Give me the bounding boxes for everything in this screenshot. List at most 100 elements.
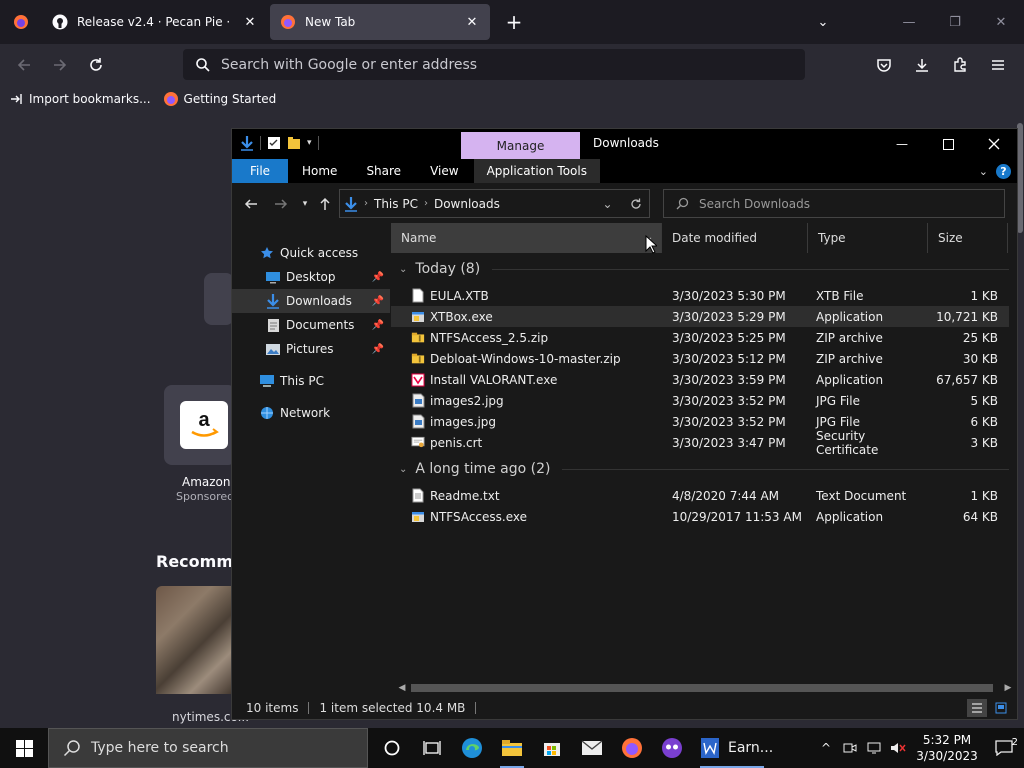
tab-manage[interactable]: Manage — [461, 132, 580, 160]
nav-quick-access[interactable]: Quick access — [232, 241, 390, 265]
file-explorer-icon[interactable] — [492, 728, 532, 768]
column-header-name[interactable]: Name ⌄ — [391, 223, 662, 253]
task-view-icon[interactable] — [412, 728, 452, 768]
nav-this-pc[interactable]: This PC — [232, 369, 390, 393]
customize-qat-icon[interactable]: ▾ — [307, 138, 312, 148]
back-icon[interactable] — [240, 193, 262, 215]
column-header-date[interactable]: Date modified — [662, 223, 808, 253]
file-type: JPG File — [816, 393, 860, 408]
list-tabs-icon[interactable]: ⌄ — [800, 0, 846, 44]
help-icon[interactable]: ? — [996, 163, 1011, 179]
tab-label: Release v2.4 · Pecan Pie · xemu — [77, 15, 233, 29]
file-row-debloat-windows-10-master-zip[interactable]: Debloat-Windows-10-master.zip 3/30/2023 5… — [391, 348, 1009, 369]
file-row-install-valorant-exe[interactable]: Install VALORANT.exe 3/30/2023 3:59 PM App… — [391, 369, 1009, 390]
edge-icon[interactable] — [452, 728, 492, 768]
show-hidden-icons-icon[interactable]: ^ — [814, 741, 838, 755]
close-tab-icon[interactable]: ✕ — [464, 15, 480, 30]
meet-now-icon[interactable] — [838, 742, 862, 754]
new-tab-button[interactable]: + — [492, 0, 536, 44]
breadcrumb[interactable]: › This PC › Downloads ⌄ — [339, 189, 650, 218]
taskbar-app-label: Earn... — [728, 740, 774, 756]
column-header-size[interactable]: Size — [928, 223, 1008, 253]
chevron-right-icon[interactable]: › — [364, 198, 368, 209]
file-row-images2-jpg[interactable]: images2.jpg 3/30/2023 3:52 PM JPG File 5 KB — [391, 390, 1009, 411]
extensions-icon[interactable] — [942, 49, 978, 80]
taskbar-clock[interactable]: 5:32 PM 3/30/2023 — [910, 732, 984, 764]
bookmark-getting-started[interactable]: Getting Started — [163, 91, 276, 107]
start-button[interactable] — [0, 728, 48, 768]
maximize-icon[interactable] — [925, 129, 971, 159]
network-tray-icon[interactable] — [862, 742, 886, 754]
pocket-icon[interactable] — [866, 49, 902, 80]
taskbar-word-app[interactable]: Earn... — [692, 728, 774, 768]
properties-icon[interactable] — [267, 136, 281, 150]
downloads-icon[interactable] — [904, 49, 940, 80]
mail-icon[interactable] — [572, 728, 612, 768]
nav-network[interactable]: Network — [232, 401, 390, 425]
clock-date: 3/30/2023 — [916, 749, 978, 763]
expand-ribbon-icon[interactable]: ⌄ — [979, 165, 988, 178]
tab-view[interactable]: View — [415, 159, 473, 183]
nav-downloads[interactable]: Downloads 📌 — [232, 289, 390, 313]
firefox-taskbar-icon[interactable] — [612, 728, 652, 768]
chevron-right-icon[interactable]: › — [424, 198, 428, 209]
minimize-icon[interactable]: — — [886, 0, 932, 44]
file-row-ntfsaccess-exe[interactable]: NTFSAccess.exe 10/29/2017 11:53 AM Applica… — [391, 506, 1009, 527]
store-icon[interactable] — [532, 728, 572, 768]
large-icons-view-icon[interactable] — [991, 699, 1011, 717]
nav-pictures[interactable]: Pictures 📌 — [232, 337, 390, 361]
column-header-type[interactable]: Type — [808, 223, 928, 253]
forward-icon[interactable] — [270, 193, 292, 215]
horizontal-scrollbar[interactable]: ◀ ▶ — [391, 681, 1017, 695]
search-input[interactable]: Search Downloads — [663, 189, 1005, 218]
taskbar-search-box[interactable]: Type here to search — [48, 728, 368, 768]
group-header-long-ago[interactable]: ⌄ A long time ago (2) — [399, 459, 1009, 479]
reload-icon[interactable] — [78, 49, 114, 81]
nav-desktop[interactable]: Desktop 📌 — [232, 265, 390, 289]
story-thumbnail[interactable] — [156, 586, 236, 694]
details-view-icon[interactable] — [967, 699, 987, 717]
forward-icon[interactable] — [42, 49, 78, 81]
google-shortcut-tile[interactable] — [204, 273, 234, 325]
bookmark-import[interactable]: Import bookmarks... — [10, 92, 151, 106]
tab-application-tools[interactable]: Application Tools — [473, 159, 600, 183]
nav-documents[interactable]: Documents 📌 — [232, 313, 390, 337]
scroll-right-icon[interactable]: ▶ — [1001, 681, 1015, 695]
restore-icon[interactable]: ❐ — [932, 0, 978, 44]
minimize-icon[interactable]: — — [879, 129, 925, 159]
app-mask-icon[interactable] — [652, 728, 692, 768]
volume-muted-icon[interactable] — [886, 742, 910, 754]
firefox-menu-icon[interactable] — [0, 0, 42, 44]
notifications-icon[interactable]: 2 — [984, 737, 1024, 756]
file-name: Readme.txt — [430, 488, 500, 503]
group-header-today[interactable]: ⌄ Today (8) — [399, 259, 1009, 279]
back-icon[interactable] — [6, 49, 42, 81]
file-row-xtbox-exe[interactable]: XTBox.exe 3/30/2023 5:29 PM Application 10,… — [391, 306, 1009, 327]
cortana-icon[interactable] — [372, 728, 412, 768]
system-tray: ^ 5:32 PM 3/30/2023 2 — [814, 728, 1024, 768]
file-row-eula-xtb[interactable]: EULA.XTB 3/30/2023 5:30 PM XTB File 1 KB — [391, 285, 1009, 306]
address-dropdown-icon[interactable]: ⌄ — [593, 190, 621, 217]
up-icon[interactable] — [314, 193, 336, 215]
url-bar[interactable]: Search with Google or enter address — [183, 49, 805, 80]
hamburger-menu-icon[interactable] — [980, 49, 1016, 80]
refresh-icon[interactable] — [621, 190, 649, 217]
file-row-penis-crt[interactable]: penis.crt 3/30/2023 3:47 PM Security Certi… — [391, 429, 1009, 457]
close-tab-icon[interactable]: ✕ — [242, 15, 258, 30]
amazon-shortcut-tile[interactable]: a — [164, 385, 236, 465]
tab-home[interactable]: Home — [288, 159, 352, 183]
breadcrumb-downloads[interactable]: Downloads — [434, 197, 500, 211]
file-row-ntfsaccess-2-5-zip[interactable]: NTFSAccess_2.5.zip 3/30/2023 5:25 PM ZIP a… — [391, 327, 1009, 348]
tab-file[interactable]: File — [232, 159, 288, 183]
tab-share[interactable]: Share — [352, 159, 415, 183]
close-window-icon[interactable] — [971, 129, 1017, 159]
scroll-thumb[interactable] — [411, 684, 993, 692]
breadcrumb-this-pc[interactable]: This PC — [374, 197, 418, 211]
new-folder-icon[interactable] — [287, 136, 301, 150]
file-row-readme-txt[interactable]: Readme.txt 4/8/2020 7:44 AM Text Document 1… — [391, 485, 1009, 506]
recent-locations-icon[interactable]: ▾ — [294, 193, 316, 215]
tab-release[interactable]: Release v2.4 · Pecan Pie · xemu ✕ — [42, 0, 268, 44]
scroll-left-icon[interactable]: ◀ — [395, 681, 409, 695]
tab-new-tab[interactable]: New Tab ✕ — [270, 4, 490, 40]
close-window-icon[interactable]: ✕ — [978, 0, 1024, 44]
